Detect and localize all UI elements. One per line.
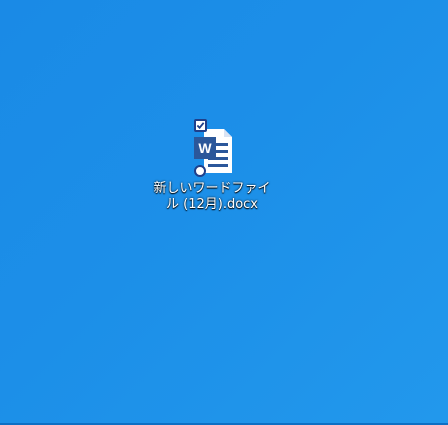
sync-status-icon: [194, 165, 206, 177]
svg-text:W: W: [198, 140, 212, 156]
word-document-icon[interactable]: W: [188, 113, 236, 177]
desktop-file-icon[interactable]: W 新しいワードファイル (12月).docx: [152, 113, 272, 223]
desktop[interactable]: W 新しいワードファイル (12月).docx: [0, 0, 448, 425]
checkbox-icon[interactable]: [194, 119, 207, 132]
file-name-label: 新しいワードファイル (12月).docx: [153, 181, 271, 212]
